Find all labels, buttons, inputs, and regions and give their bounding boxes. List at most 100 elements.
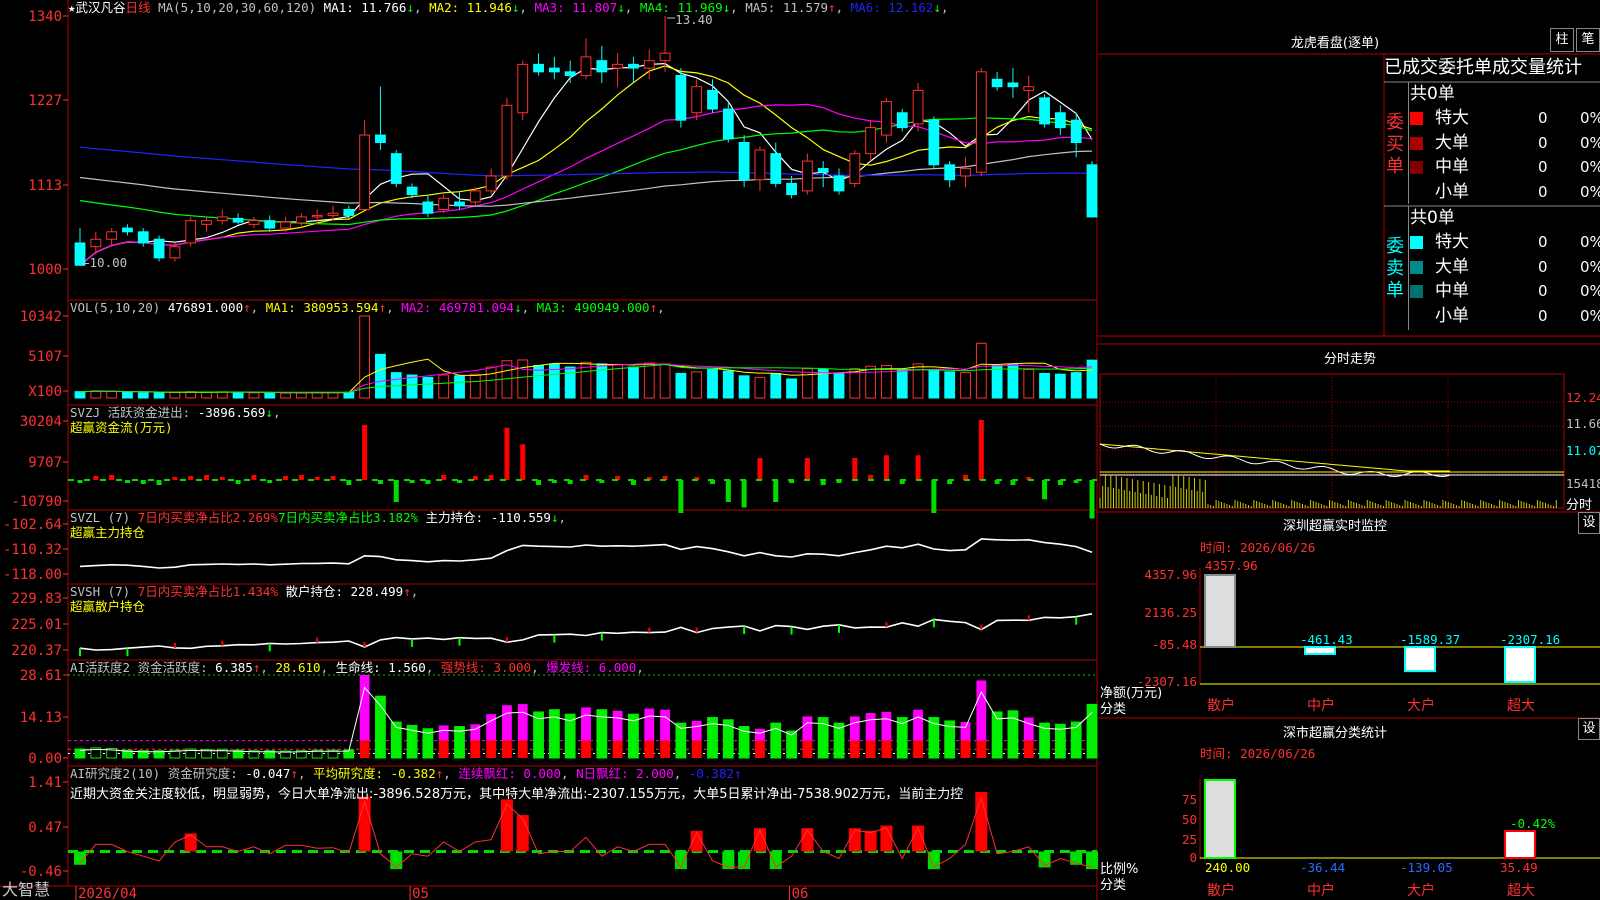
class-category: 中户 [1307, 882, 1335, 899]
volume-bar [738, 375, 750, 399]
candle-body [359, 134, 371, 210]
buy-row: 大单 0 0% [1410, 131, 1600, 156]
ma-5: MA5: 11.579 [745, 0, 829, 15]
flow-bar [346, 480, 352, 485]
chart-canvas: 1340 1227 1113 1000 10342 5107 X100 30204 9707 -1… [0, 0, 1600, 900]
ai2-red: 连续飘红: 0.000 [458, 766, 562, 781]
flow-bar [314, 477, 320, 480]
x-axis-label: 05 [412, 886, 429, 900]
candle-body [643, 60, 655, 69]
flow-bar [156, 480, 162, 485]
flow-bar [267, 480, 273, 483]
volume-bar [201, 391, 212, 399]
ai1-bar-strong [438, 740, 449, 758]
volume-bar [280, 392, 291, 399]
ai1-life: 生命线: [335, 660, 381, 675]
zhu-button[interactable]: 柱 [1550, 28, 1574, 52]
research-bar [358, 796, 371, 852]
ma-arrow-3: ↓ [617, 0, 625, 15]
flow-bar [251, 475, 257, 480]
sell-value: 0 [1538, 257, 1548, 276]
buy-pct: 0% [1580, 109, 1600, 127]
ma-line-5 [79, 150, 1093, 207]
flow-bar [978, 420, 984, 480]
class-axis-tick: 25 [1182, 832, 1197, 847]
main-holding-line [79, 538, 1093, 569]
sell-pct: 0% [1580, 282, 1600, 300]
ai1-bar-strong [881, 740, 892, 758]
ai1-value: 6.385 [215, 660, 253, 675]
class-bar-超大 [1504, 830, 1536, 859]
candle-body [485, 175, 497, 192]
ai1-bar-burst [359, 675, 370, 741]
ma-label: MA(5,10,20,30,60,120) [158, 0, 317, 15]
ai1-bar-burst [660, 709, 670, 741]
candle-body [216, 216, 228, 222]
flow-bar [773, 480, 779, 502]
price-axis-tick: 1113 [28, 178, 62, 194]
main-header: ★武汉凡谷日线 MA(5,10,20,30,60,120) MA1: 11.76… [68, 0, 948, 16]
sz-settings-button[interactable]: 设 [1578, 512, 1600, 534]
bi-button[interactable]: 笔 [1576, 28, 1600, 52]
stock-name[interactable]: 武汉凡谷 [76, 0, 126, 15]
ai2-arrow: ↑ [290, 766, 298, 781]
sell-label: 特大 [1435, 232, 1469, 252]
flow-bar [425, 480, 431, 484]
ai1-life-value: 1.560 [388, 660, 426, 675]
candle-body [865, 127, 877, 155]
volume-bar [1007, 364, 1019, 399]
candle-body [738, 142, 750, 181]
ai1-bar-strong [660, 740, 670, 758]
svsh-red: 7日内买卖净占比1.434% [137, 584, 278, 599]
ai1-bar-burst [755, 728, 765, 741]
flow-bar [504, 427, 510, 480]
buy-swatch [1410, 136, 1423, 150]
class-bar-label: -139.05 [1400, 860, 1453, 875]
research-bar [864, 830, 877, 852]
flow-bar [725, 480, 731, 502]
flow-bar [931, 480, 937, 513]
buy-row: 特大 0 0% [1410, 106, 1600, 131]
sell-row: 大单 0 0% [1410, 255, 1600, 280]
volume-bar [106, 390, 118, 399]
sell-label: 小单 [1435, 305, 1469, 326]
volume-bar [295, 392, 307, 399]
volume-bar [707, 368, 718, 399]
stat-tab-title[interactable]: 已成交委托单成交量统计 [1384, 55, 1600, 81]
class-axis-tick: 75 [1182, 792, 1197, 807]
ai1-axis-tick: 0.00 [28, 751, 62, 767]
buy-pct: 0% [1580, 158, 1600, 176]
ai1-bar-burst [581, 707, 591, 741]
vol-axis-tick: 10342 [20, 309, 62, 325]
sz-axis-tick: -85.48 [1152, 637, 1197, 652]
ai1-bar-strong [913, 740, 923, 758]
candle-body [849, 153, 861, 184]
vol-ma-values: MA1: 380953.594↑, MA2: 469781.094↓, MA3:… [265, 300, 665, 315]
svsh-axis-tick: 229.83 [11, 591, 62, 607]
sz-category: 大户 [1407, 697, 1435, 714]
ai1-bar-burst [644, 708, 655, 741]
volume-bar [1070, 372, 1082, 399]
svzl-green: 7日内买卖净占比3.182% [277, 510, 419, 525]
candle-body [438, 197, 450, 210]
buy-label: 小单 [1435, 181, 1469, 202]
sz-bar-label: -1589.37 [1400, 632, 1460, 647]
volume-bar [944, 371, 956, 399]
stock-period[interactable]: 日线 [126, 0, 151, 15]
ma-4: MA4: 11.969 [639, 0, 723, 15]
intraday-axis-tick: 11.66 [1566, 416, 1600, 431]
candle-body [248, 220, 260, 225]
candle-body [944, 164, 956, 181]
sz-category: 中户 [1307, 697, 1335, 714]
intraday-title[interactable]: 分时走势 [1100, 348, 1600, 367]
ai2-avg: 平均研究度: [313, 766, 384, 781]
sz-bar-label: -461.43 [1300, 632, 1353, 647]
volume-bar [517, 359, 529, 399]
candle-body [580, 56, 592, 77]
candle-body [1070, 119, 1082, 143]
volume-bar [991, 364, 1003, 399]
buy-value: 0 [1538, 109, 1548, 127]
class-settings-button[interactable]: 设 [1578, 718, 1600, 740]
ai2-axis-tick: 1.41 [28, 775, 62, 791]
candle-body [90, 238, 102, 248]
